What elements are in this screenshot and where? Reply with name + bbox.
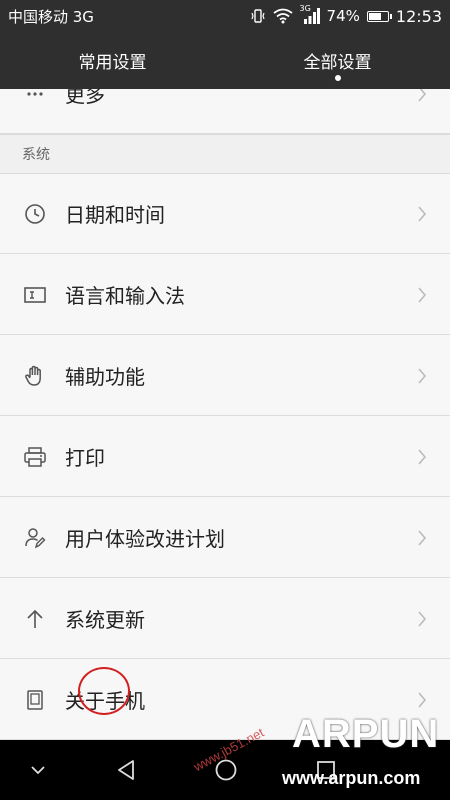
active-tab-indicator [334,75,341,81]
wifi-icon [272,8,293,24]
chevron-right-icon [412,447,432,467]
keyboard-icon [22,282,48,308]
chevron-right-icon [412,285,432,305]
battery-level [368,12,381,20]
settings-item-label: 辅助功能 [65,365,145,389]
settings-item-print[interactable]: 打印 [0,417,450,497]
chevron-right-icon [412,204,432,224]
vibrate-icon [250,8,266,24]
tab-common-settings[interactable]: 常用设置 [0,32,225,89]
chevron-right-icon [412,690,432,710]
section-title: 系统 [22,147,50,163]
settings-item-user-experience[interactable]: 用户体验改进计划 [0,498,450,578]
battery-percent: 74% [326,7,360,25]
chevron-right-icon [412,366,432,386]
header: 中国移动 3G 3G 74% 12:53 常用设置 全部设置 [0,0,450,89]
printer-icon [22,444,48,470]
back-button[interactable] [96,740,156,800]
settings-item-label: 打印 [65,446,105,470]
settings-item-label: 日期和时间 [65,203,165,227]
settings-item-label: 用户体验改进计划 [65,527,225,551]
carrier-label: 中国移动 3G [8,7,94,26]
clock-time: 12:53 [395,6,442,26]
settings-item-date-time[interactable]: 日期和时间 [0,174,450,254]
hide-nav-button[interactable] [8,740,68,800]
clock-icon [22,201,48,227]
more-icon [22,89,48,107]
settings-item-system-update[interactable]: 系统更新 [0,579,450,659]
battery-icon [366,10,392,22]
watermark-brand: ARPUN [292,712,440,756]
settings-tabs: 常用设置 全部设置 [0,32,450,89]
status-right: 3G 74% 12:53 [250,4,442,26]
signal-icon: 3G [300,4,320,25]
settings-item-more[interactable]: 更多 [0,89,450,134]
tab-label: 常用设置 [78,53,147,73]
tab-label: 全部设置 [303,53,372,73]
watermark-url: www.arpun.com [282,768,421,788]
status-bar: 中国移动 3G 3G 74% 12:53 [0,0,450,32]
settings-list[interactable]: 更多 系统 日期和时间 语言和输入法 辅助功能 打印 用户体验改进计划 系统更新… [0,89,450,740]
chevron-right-icon [412,89,432,104]
hand-icon [22,363,48,389]
chevron-right-icon [412,609,432,629]
status-left: 中国移动 3G [8,6,94,27]
settings-item-accessibility[interactable]: 辅助功能 [0,336,450,416]
settings-item-label: 语言和输入法 [65,284,185,308]
tab-all-settings[interactable]: 全部设置 [225,32,450,89]
user-experience-icon [22,525,48,551]
chevron-right-icon [412,528,432,548]
annotation-circle [78,667,130,715]
settings-item-label: 更多 [65,89,105,107]
settings-item-label: 系统更新 [65,608,145,632]
settings-item-language-input[interactable]: 语言和输入法 [0,255,450,335]
phone-icon [22,687,48,713]
arrow-up-icon [22,606,48,632]
section-header-system: 系统 [0,134,450,174]
